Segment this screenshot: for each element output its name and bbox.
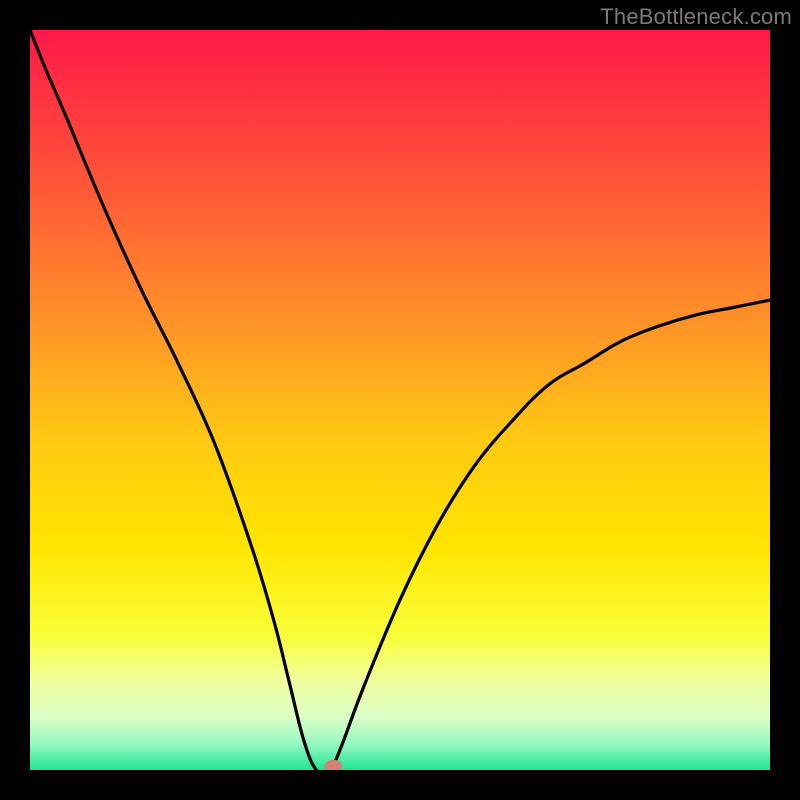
watermark-text: TheBottleneck.com	[600, 4, 792, 30]
chart-frame: TheBottleneck.com	[0, 0, 800, 800]
chart-svg	[30, 30, 770, 770]
gradient-background	[30, 30, 770, 770]
plot-area	[30, 30, 770, 770]
